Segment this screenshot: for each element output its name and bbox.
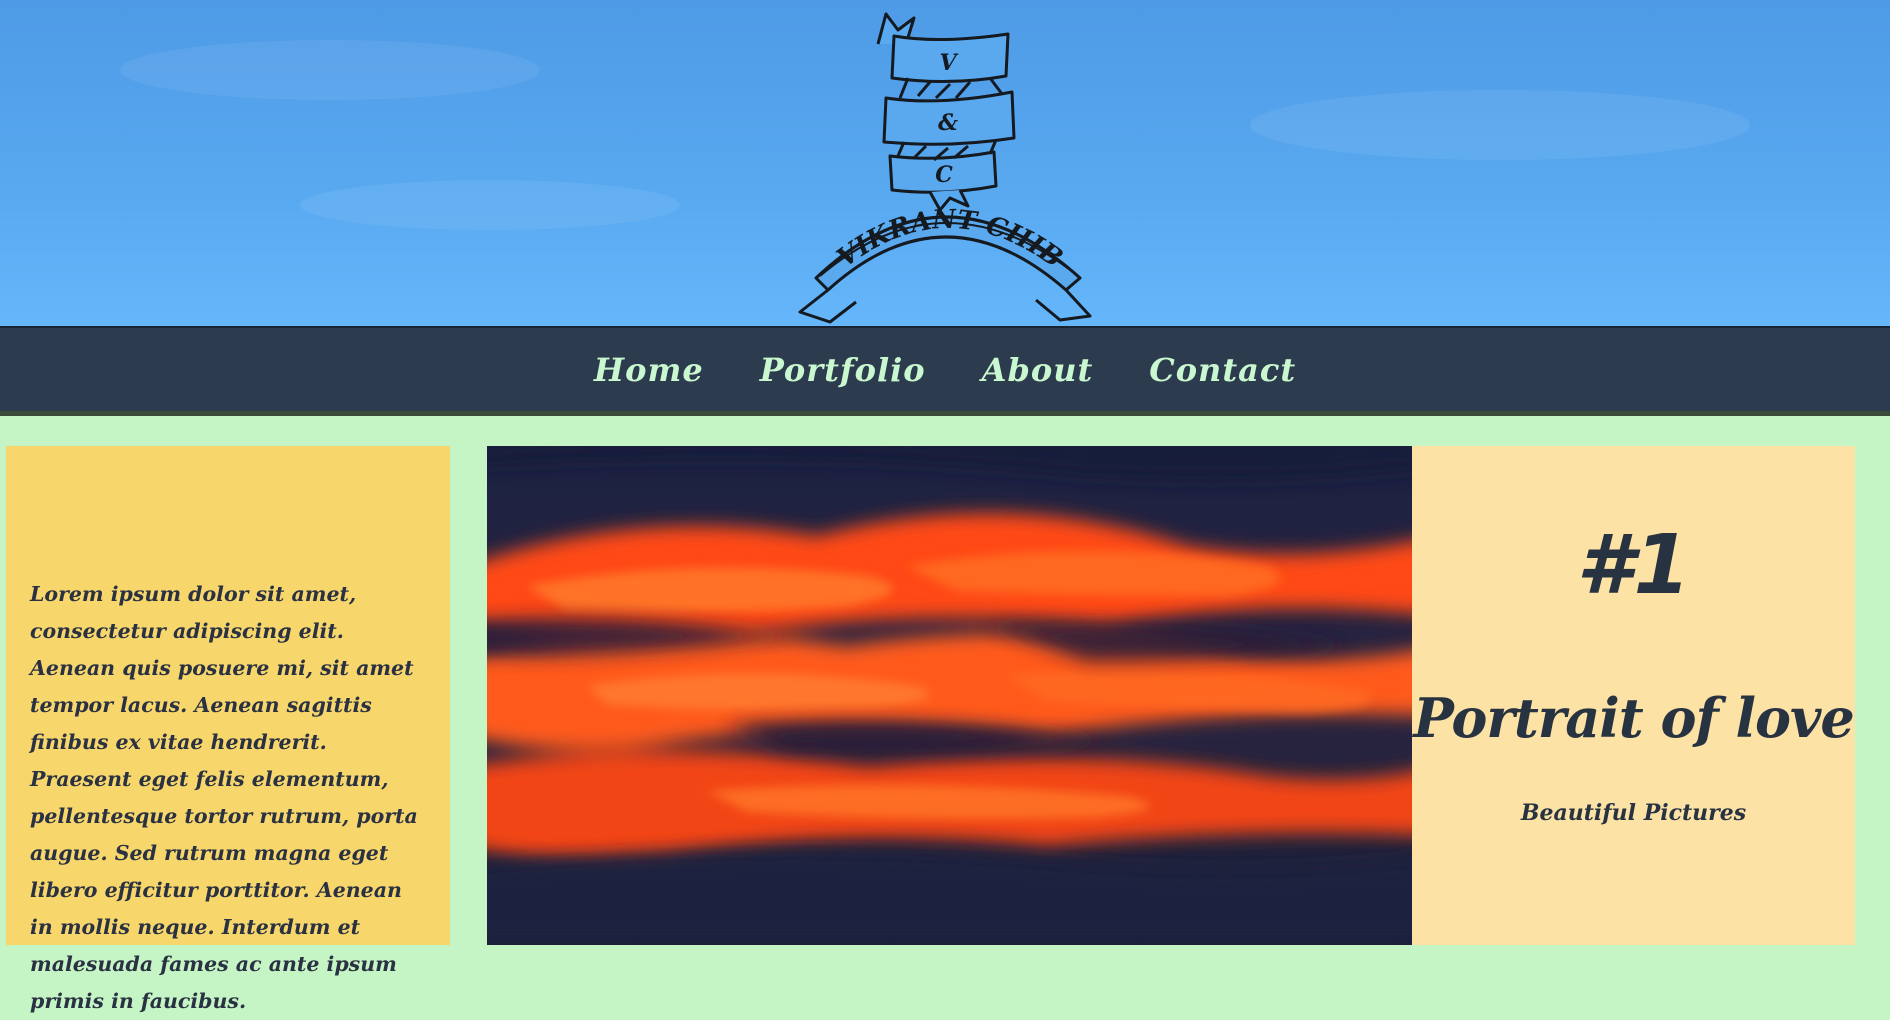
logo-letter-c: C bbox=[935, 162, 953, 188]
logo-letter-v: V bbox=[939, 50, 958, 76]
nav-home[interactable]: Home bbox=[594, 351, 704, 389]
site-logo[interactable]: V & C VIKRANT CHIB bbox=[790, 6, 1100, 324]
intro-paragraph: Lorem ipsum dolor sit amet, consectetur … bbox=[30, 582, 418, 1013]
cloud bbox=[300, 180, 680, 230]
sunset-clouds-photo bbox=[487, 446, 1412, 945]
feature-info-panel: #1 Portrait of love Beautiful Pictures bbox=[1412, 446, 1855, 945]
logo-ampersand: & bbox=[938, 110, 958, 136]
nav-portfolio[interactable]: Portfolio bbox=[760, 351, 926, 389]
rank-label: #1 bbox=[1576, 518, 1691, 613]
cloud bbox=[1250, 90, 1750, 160]
featured-photo[interactable] bbox=[487, 446, 1412, 945]
cloud bbox=[120, 40, 540, 100]
nav-contact[interactable]: Contact bbox=[1149, 351, 1296, 389]
feature-title: Portrait of love bbox=[1413, 686, 1855, 750]
nav-about[interactable]: About bbox=[982, 351, 1094, 389]
feature-subtitle: Beautiful Pictures bbox=[1520, 800, 1747, 826]
header-banner: V & C VIKRANT CHIB bbox=[0, 0, 1890, 326]
intro-text-panel: Lorem ipsum dolor sit amet, consectetur … bbox=[6, 446, 450, 1013]
main-navigation: Home Portfolio About Contact bbox=[0, 326, 1890, 416]
